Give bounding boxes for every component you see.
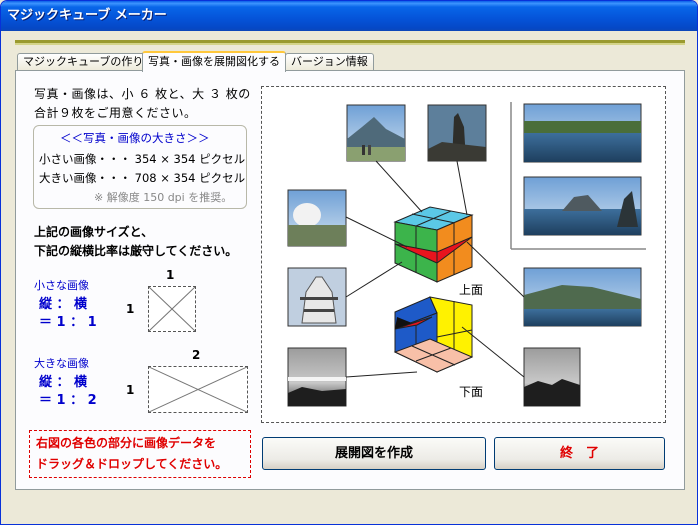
photo-mountain-coast <box>523 267 642 327</box>
cube-diagram-svg <box>287 102 646 407</box>
small-image-ratio: ＝ 1 ： 1 <box>39 315 97 330</box>
photo-mountain <box>346 104 406 162</box>
window-title: マジックキューブ メーカー <box>7 8 167 23</box>
photo-sea-rocks <box>523 176 642 236</box>
intro-line-2: 合計９枚をご用意ください。 <box>34 106 197 120</box>
title-bar[interactable]: マジックキューブ メーカー <box>1 1 697 31</box>
intro-line-1: 写真・画像は、小 ６ 枚と、大 ３ 枚の <box>34 87 251 101</box>
drag-note-line-2: ドラッグ＆ドロップしてください。 <box>36 457 228 471</box>
large-image-height-num: 1 <box>126 383 135 397</box>
photo-rock-pillar <box>427 104 487 162</box>
large-image-placeholder <box>148 366 248 413</box>
tab-how-to-make[interactable]: マジックキューブの作り方 <box>17 53 161 71</box>
create-net-button[interactable]: 展開図を作成 <box>262 437 486 470</box>
accent-bar-light <box>15 43 685 45</box>
tab-convert-photos[interactable]: 写真・画像を展開図化する <box>142 51 286 72</box>
small-image-label: 小さな画像 <box>34 279 89 292</box>
large-image-ratio: ＝ 1 ： 2 <box>39 393 97 408</box>
resolution-note: ※ 解像度 150 dpi を推奨。 <box>94 191 233 204</box>
small-image-axes: 縦 ： 横 <box>39 297 88 312</box>
tab-version-info[interactable]: バージョン情報 <box>285 53 374 71</box>
app-window: マジックキューブ メーカー マジックキューブの作り方 写真・画像を展開図化する … <box>0 0 698 525</box>
drag-note-line-1: 右図の各色の部分に画像データを <box>36 436 217 450</box>
bottom-face-label: 下面 <box>459 385 484 399</box>
tab-label: バージョン情報 <box>291 55 368 68</box>
small-image-width-num: 1 <box>166 268 175 282</box>
photo-steam-valley <box>287 189 347 247</box>
ratio-notice-line-2: 下記の縦横比率は厳守してください。 <box>34 244 238 258</box>
size-heading: ＜＜写真・画像の大きさ＞＞ <box>60 131 210 145</box>
large-image-label: 大きな画像 <box>34 357 89 370</box>
cross-icon <box>149 287 195 331</box>
small-size-line: 小さい画像・・・ 354 × 354 ピクセル <box>39 152 246 166</box>
photo-dusk-sea <box>523 347 581 407</box>
photo-sunset-coast <box>287 347 347 407</box>
photo-lake-forest <box>523 103 642 163</box>
large-image-width-num: 2 <box>192 348 201 362</box>
tab-label: マジックキューブの作り方 <box>23 55 155 68</box>
drag-drop-instructions: 右図の各色の部分に画像データを ドラッグ＆ドロップしてください。 <box>29 430 251 478</box>
small-image-height-num: 1 <box>126 302 135 316</box>
top-face-label: 上面 <box>459 283 484 297</box>
quit-button[interactable]: 終 了 <box>494 437 665 470</box>
tab-label: 写真・画像を展開図化する <box>148 55 280 68</box>
cube-bottom-view <box>393 296 474 373</box>
cube-net-diagram[interactable]: 上面 下面 <box>261 86 666 423</box>
small-image-placeholder <box>148 286 196 332</box>
cross-icon <box>149 367 247 412</box>
large-image-axes: 縦 ： 横 <box>39 375 88 390</box>
ratio-notice-line-1: 上記の画像サイズと、 <box>34 225 154 239</box>
large-size-line: 大きい画像・・・ 708 × 354 ピクセル <box>39 171 246 185</box>
size-info-box: ＜＜写真・画像の大きさ＞＞ 小さい画像・・・ 354 × 354 ピクセル 大き… <box>33 125 247 209</box>
photo-castle <box>287 267 347 327</box>
cube-top-view <box>393 206 474 283</box>
